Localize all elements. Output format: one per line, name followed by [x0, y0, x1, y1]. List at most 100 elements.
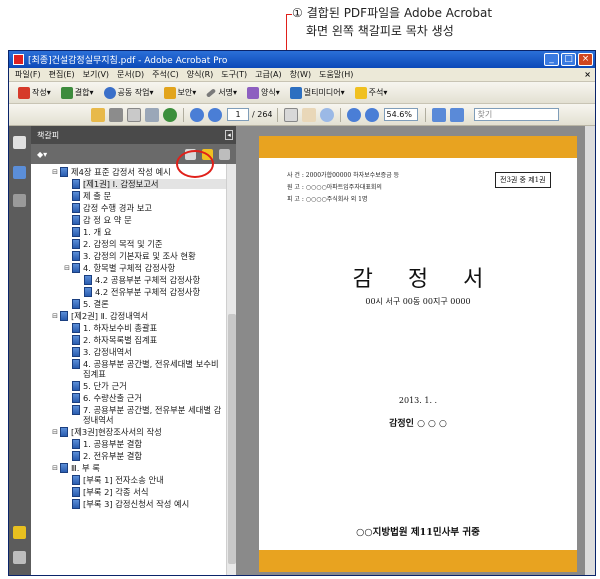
- menu-bar: 파일(F) 편집(E) 보기(V) 문서(D) 주석(C) 양식(R) 도구(T…: [9, 68, 595, 82]
- bookmarks-scrollbar[interactable]: [226, 164, 236, 575]
- create-button[interactable]: 작성 ▾: [13, 86, 56, 99]
- bookmark-item[interactable]: [부록 3] 감정신청서 작성 예시: [31, 498, 226, 510]
- menu-edit[interactable]: 편집(E): [45, 69, 79, 80]
- forms-label: 양식: [261, 88, 276, 97]
- bookmark-item[interactable]: [제1권] Ⅰ. 감정보고서: [31, 178, 226, 190]
- collapse-toggle-icon[interactable]: ⊟: [51, 311, 59, 321]
- document-scrollbar[interactable]: [585, 126, 595, 575]
- bookmark-item[interactable]: 6. 수량산출 근거: [31, 392, 226, 404]
- bookmark-item[interactable]: 1. 공용부분 결함: [31, 438, 226, 450]
- bookmark-item[interactable]: ⊟ [제2권] Ⅱ. 감정내역서: [31, 310, 226, 322]
- bookmark-item[interactable]: 5. 단가 근거: [31, 380, 226, 392]
- collapse-panel-icon[interactable]: ◂: [225, 130, 233, 140]
- bookmark-icon: [72, 499, 80, 509]
- bookmark-item[interactable]: 1. 개 요: [31, 226, 226, 238]
- collapse-toggle-icon[interactable]: ⊟: [63, 263, 71, 273]
- maximize-button[interactable]: □: [561, 53, 576, 66]
- minimize-button[interactable]: _: [544, 53, 559, 66]
- find-input[interactable]: 찾기: [473, 108, 559, 121]
- bookmark-item[interactable]: 2. 하자목록별 집계표: [31, 334, 226, 346]
- forms-button[interactable]: 양식 ▾: [242, 86, 285, 99]
- bookmark-item[interactable]: ⊟ 4. 항목별 구체적 감정사항: [31, 262, 226, 274]
- bookmarks-icon[interactable]: [13, 166, 26, 179]
- globe-icon[interactable]: [163, 107, 177, 122]
- menu-document[interactable]: 문서(D): [113, 69, 148, 80]
- menu-file[interactable]: 파일(F): [11, 69, 45, 80]
- bookmark-item[interactable]: 3. 감정내역서: [31, 346, 226, 358]
- attach-icon[interactable]: [145, 107, 159, 122]
- bookmark-icon: [60, 167, 68, 177]
- film-icon: [289, 86, 302, 99]
- menu-view[interactable]: 보기(V): [79, 69, 113, 80]
- bookmark-item[interactable]: 1. 하자보수비 총괄표: [31, 322, 226, 334]
- zoom-level-input[interactable]: 54.6%: [383, 108, 418, 121]
- menu-comments[interactable]: 주석(C): [148, 69, 183, 80]
- collapse-toggle-icon[interactable]: ⊟: [51, 463, 59, 473]
- open-folder-icon[interactable]: [91, 107, 105, 122]
- bookmark-item[interactable]: ⊟ [제3권]현장조사서의 작성: [31, 426, 226, 438]
- comment-button[interactable]: 주석 ▾: [350, 86, 393, 99]
- multimedia-button[interactable]: 멀티미디어 ▾: [285, 86, 350, 99]
- bookmark-item[interactable]: 4.2 공용부분 구체적 감정사항: [31, 274, 226, 286]
- bookmark-options-button[interactable]: ◆▾: [37, 150, 47, 159]
- comments-icon[interactable]: [13, 526, 26, 539]
- menu-advanced[interactable]: 고급(A): [251, 69, 285, 80]
- page-top-band: [259, 136, 577, 158]
- bookmark-icon: [72, 299, 80, 309]
- annotation-callout: ① 결합된 PDF파일을 Adobe Acrobat 화면 왼쪽 책갈피로 목차 …: [292, 4, 592, 40]
- bookmark-item[interactable]: 4.2 전유부분 구체적 감정사항: [31, 286, 226, 298]
- bookmark-item[interactable]: 2. 감정의 목적 및 기준: [31, 238, 226, 250]
- page-number-input[interactable]: 1: [227, 108, 249, 121]
- pages-icon[interactable]: [13, 136, 26, 149]
- next-page-icon[interactable]: [208, 107, 222, 122]
- bookmark-icon: [72, 439, 80, 449]
- print-icon[interactable]: [109, 107, 123, 122]
- bookmark-item[interactable]: 감 정 요 약 문: [31, 214, 226, 226]
- zoom-in-icon[interactable]: [364, 107, 379, 122]
- signatures-icon[interactable]: [13, 194, 26, 207]
- document-close-icon[interactable]: ×: [584, 70, 595, 79]
- total-pages: / 264: [252, 110, 273, 119]
- zoom-tool-icon[interactable]: [319, 107, 334, 122]
- bookmark-icon: [72, 381, 80, 391]
- bookmark-item[interactable]: 4. 공용부분 공간별, 전유세대별 보수비 집계표: [31, 358, 226, 380]
- bookmark-item[interactable]: 감정 수행 경과 보고: [31, 202, 226, 214]
- secure-label: 보안: [177, 88, 193, 97]
- bookmarks-scroll-thumb[interactable]: [228, 314, 236, 564]
- bookmark-item[interactable]: ⊟ Ⅲ. 부 록: [31, 462, 226, 474]
- previous-page-icon[interactable]: [190, 107, 204, 122]
- bookmark-item[interactable]: 3. 감정의 기본자료 및 조사 현황: [31, 250, 226, 262]
- secure-button[interactable]: 보안 ▾: [159, 86, 202, 99]
- email-icon[interactable]: [127, 107, 141, 122]
- bookmark-item[interactable]: 제 출 문: [31, 190, 226, 202]
- collapse-toggle-icon[interactable]: ⊟: [51, 167, 59, 177]
- collaborate-button[interactable]: 공동 작업 ▾: [99, 86, 159, 99]
- toolbar-divider: [339, 107, 341, 122]
- zoom-out-icon[interactable]: [346, 107, 361, 122]
- bookmark-item[interactable]: [부록 2] 각종 서식: [31, 486, 226, 498]
- toolbar-divider: [276, 107, 278, 122]
- lock-icon: [163, 86, 176, 99]
- bookmark-item[interactable]: 5. 결론: [31, 298, 226, 310]
- menu-help[interactable]: 도움말(H): [315, 69, 357, 80]
- bookmark-icon: [72, 359, 80, 369]
- hand-tool-icon[interactable]: [301, 107, 316, 122]
- attachments-icon[interactable]: [13, 551, 26, 564]
- bookmark-item[interactable]: 2. 전유부분 결함: [31, 450, 226, 462]
- collapse-toggle-icon[interactable]: ⊟: [51, 427, 59, 437]
- sign-button[interactable]: 서명 ▾: [201, 87, 242, 98]
- fit-page-icon[interactable]: [431, 107, 446, 122]
- close-button[interactable]: ×: [578, 53, 593, 66]
- select-cursor-icon[interactable]: [283, 107, 298, 122]
- fit-width-icon[interactable]: [449, 107, 464, 122]
- bookmark-label: [부록 3] 감정신청서 작성 예시: [83, 499, 190, 509]
- bookmark-item[interactable]: [부록 1] 전자소송 안내: [31, 474, 226, 486]
- combine-button[interactable]: 결합 ▾: [56, 86, 99, 99]
- menu-tools[interactable]: 도구(T): [217, 69, 251, 80]
- document-date: 2013. 1. .: [398, 396, 438, 405]
- menu-window[interactable]: 창(W): [286, 69, 316, 80]
- bookmark-item[interactable]: 7. 공용부분 공간별, 전유부분 세대별 감정내역서: [31, 404, 226, 426]
- expand-bookmark-icon[interactable]: [219, 148, 230, 160]
- menu-forms[interactable]: 양식(R): [183, 69, 218, 80]
- bookmark-label: [부록 2] 각종 서식: [83, 487, 149, 497]
